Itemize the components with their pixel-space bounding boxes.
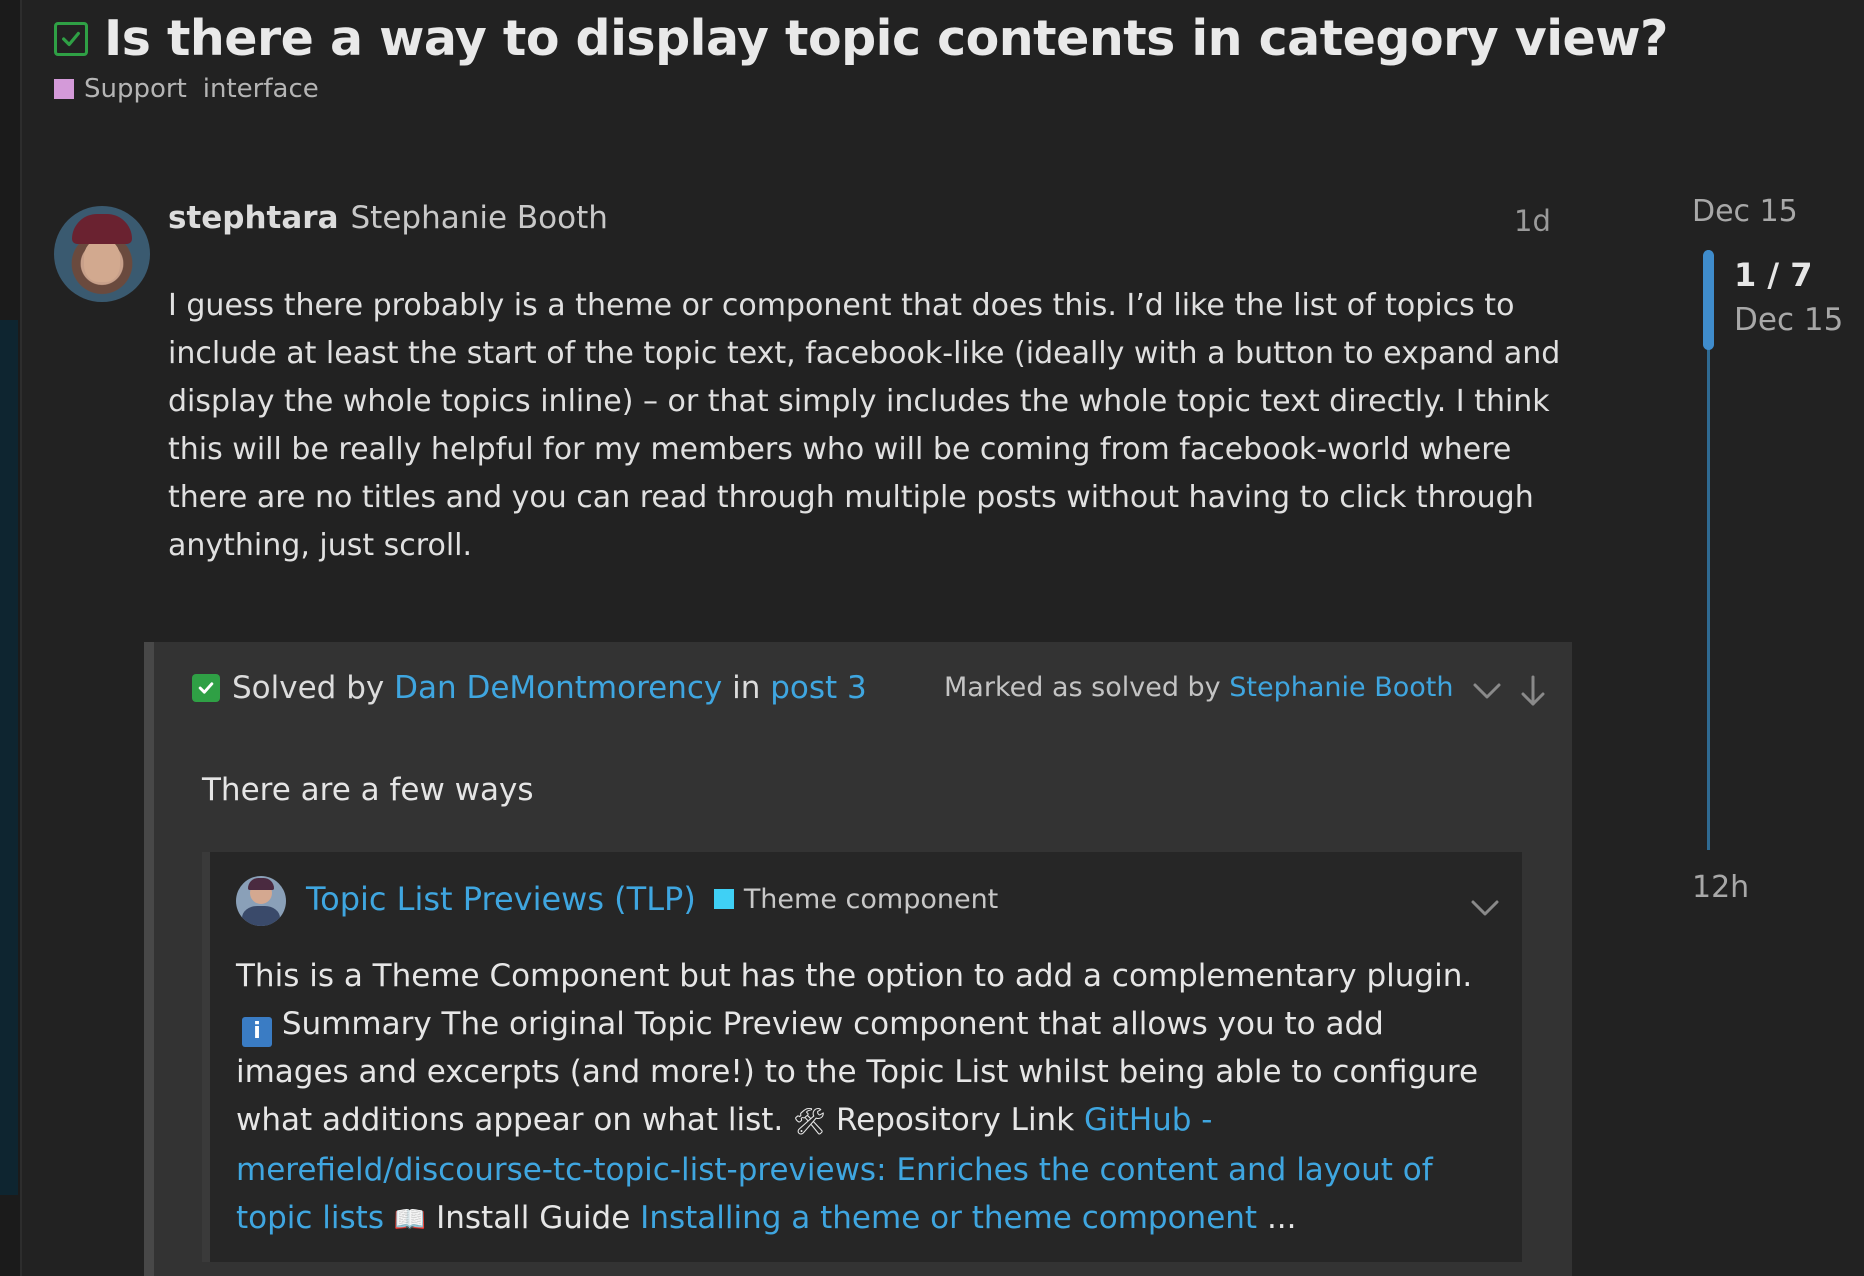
left-sidebar-edge xyxy=(0,0,22,1276)
marked-by-link[interactable]: Stephanie Booth xyxy=(1229,672,1453,703)
category-color-swatch xyxy=(54,79,74,99)
square-check-icon xyxy=(54,21,88,56)
topic-title-row: Is there a way to display topic contents… xyxy=(54,10,1668,67)
onebox-header: Topic List Previews (TLP) Theme componen… xyxy=(306,880,998,918)
excerpt-intro: This is a Theme Component but has the op… xyxy=(236,958,1473,994)
info-icon: i xyxy=(242,1017,272,1047)
timeline-scroll-handle[interactable] xyxy=(1703,250,1714,350)
link-preview-onebox: Topic List Previews (TLP) Theme componen… xyxy=(202,852,1522,1262)
chevron-down-icon[interactable] xyxy=(1470,898,1500,920)
topic-page: Is there a way to display topic contents… xyxy=(0,0,1864,1276)
repository-label: Repository Link xyxy=(835,1102,1075,1138)
solution-post-link[interactable]: post 3 xyxy=(770,670,867,706)
arrow-down-icon[interactable] xyxy=(1518,674,1548,708)
in-label: in xyxy=(732,670,761,706)
timeline-current-date: Dec 15 xyxy=(1734,302,1844,338)
sidebar-active-highlight xyxy=(0,320,18,1195)
topic-category-row: Support interface xyxy=(54,74,319,104)
chevron-down-icon[interactable] xyxy=(1472,680,1502,704)
timeline-start-date[interactable]: Dec 15 xyxy=(1692,194,1798,229)
solved-by-row: Solved by Dan DeMontmorency in post 3 xyxy=(192,670,867,706)
post-author: stephtara Stephanie Booth xyxy=(168,200,608,236)
install-guide-label: Install Guide xyxy=(436,1200,631,1236)
onebox-title-link[interactable]: Topic List Previews (TLP) xyxy=(306,880,696,918)
post-body: I guess there probably is a theme or com… xyxy=(168,288,1561,563)
author-full-name[interactable]: Stephanie Booth xyxy=(351,200,608,236)
onebox-avatar-body xyxy=(242,906,280,926)
onebox-excerpt: This is a Theme Component but has the op… xyxy=(236,952,1506,1244)
onebox-avatar[interactable] xyxy=(236,876,286,926)
solved-by-label: Solved by xyxy=(232,670,385,706)
post-age[interactable]: 1d xyxy=(1514,204,1551,238)
timeline-post-counter: 1 / 7 xyxy=(1734,256,1813,294)
tools-emoji-icon: 🛠 xyxy=(793,1107,827,1137)
book-emoji-icon: 📖 xyxy=(393,1205,427,1235)
avatar[interactable] xyxy=(54,206,150,302)
marked-as-solved-row: Marked as solved by Stephanie Booth xyxy=(944,672,1453,703)
tag-link[interactable]: interface xyxy=(203,74,319,104)
onebox-avatar-cap xyxy=(248,878,274,890)
marked-as-solved-label: Marked as solved by xyxy=(944,672,1221,703)
install-guide-link[interactable]: Installing a theme or theme component xyxy=(640,1200,1257,1236)
timeline-end-label[interactable]: 12h xyxy=(1692,870,1749,905)
avatar-cap xyxy=(72,214,132,244)
accepted-answer-box: Solved by Dan DeMontmorency in post 3 Ma… xyxy=(144,642,1572,1276)
solver-link[interactable]: Dan DeMontmorency xyxy=(394,670,722,706)
excerpt-ellipsis: ... xyxy=(1266,1200,1297,1236)
onebox-category-link[interactable]: Theme component xyxy=(744,884,998,915)
topic-title[interactable]: Is there a way to display topic contents… xyxy=(104,10,1668,67)
accepted-answer-text: There are a few ways xyxy=(202,772,534,808)
author-username[interactable]: stephtara xyxy=(168,200,339,236)
avatar-face xyxy=(84,240,120,282)
category-link[interactable]: Support xyxy=(84,74,187,104)
theme-category-swatch xyxy=(713,889,734,909)
check-square-icon xyxy=(192,674,220,702)
